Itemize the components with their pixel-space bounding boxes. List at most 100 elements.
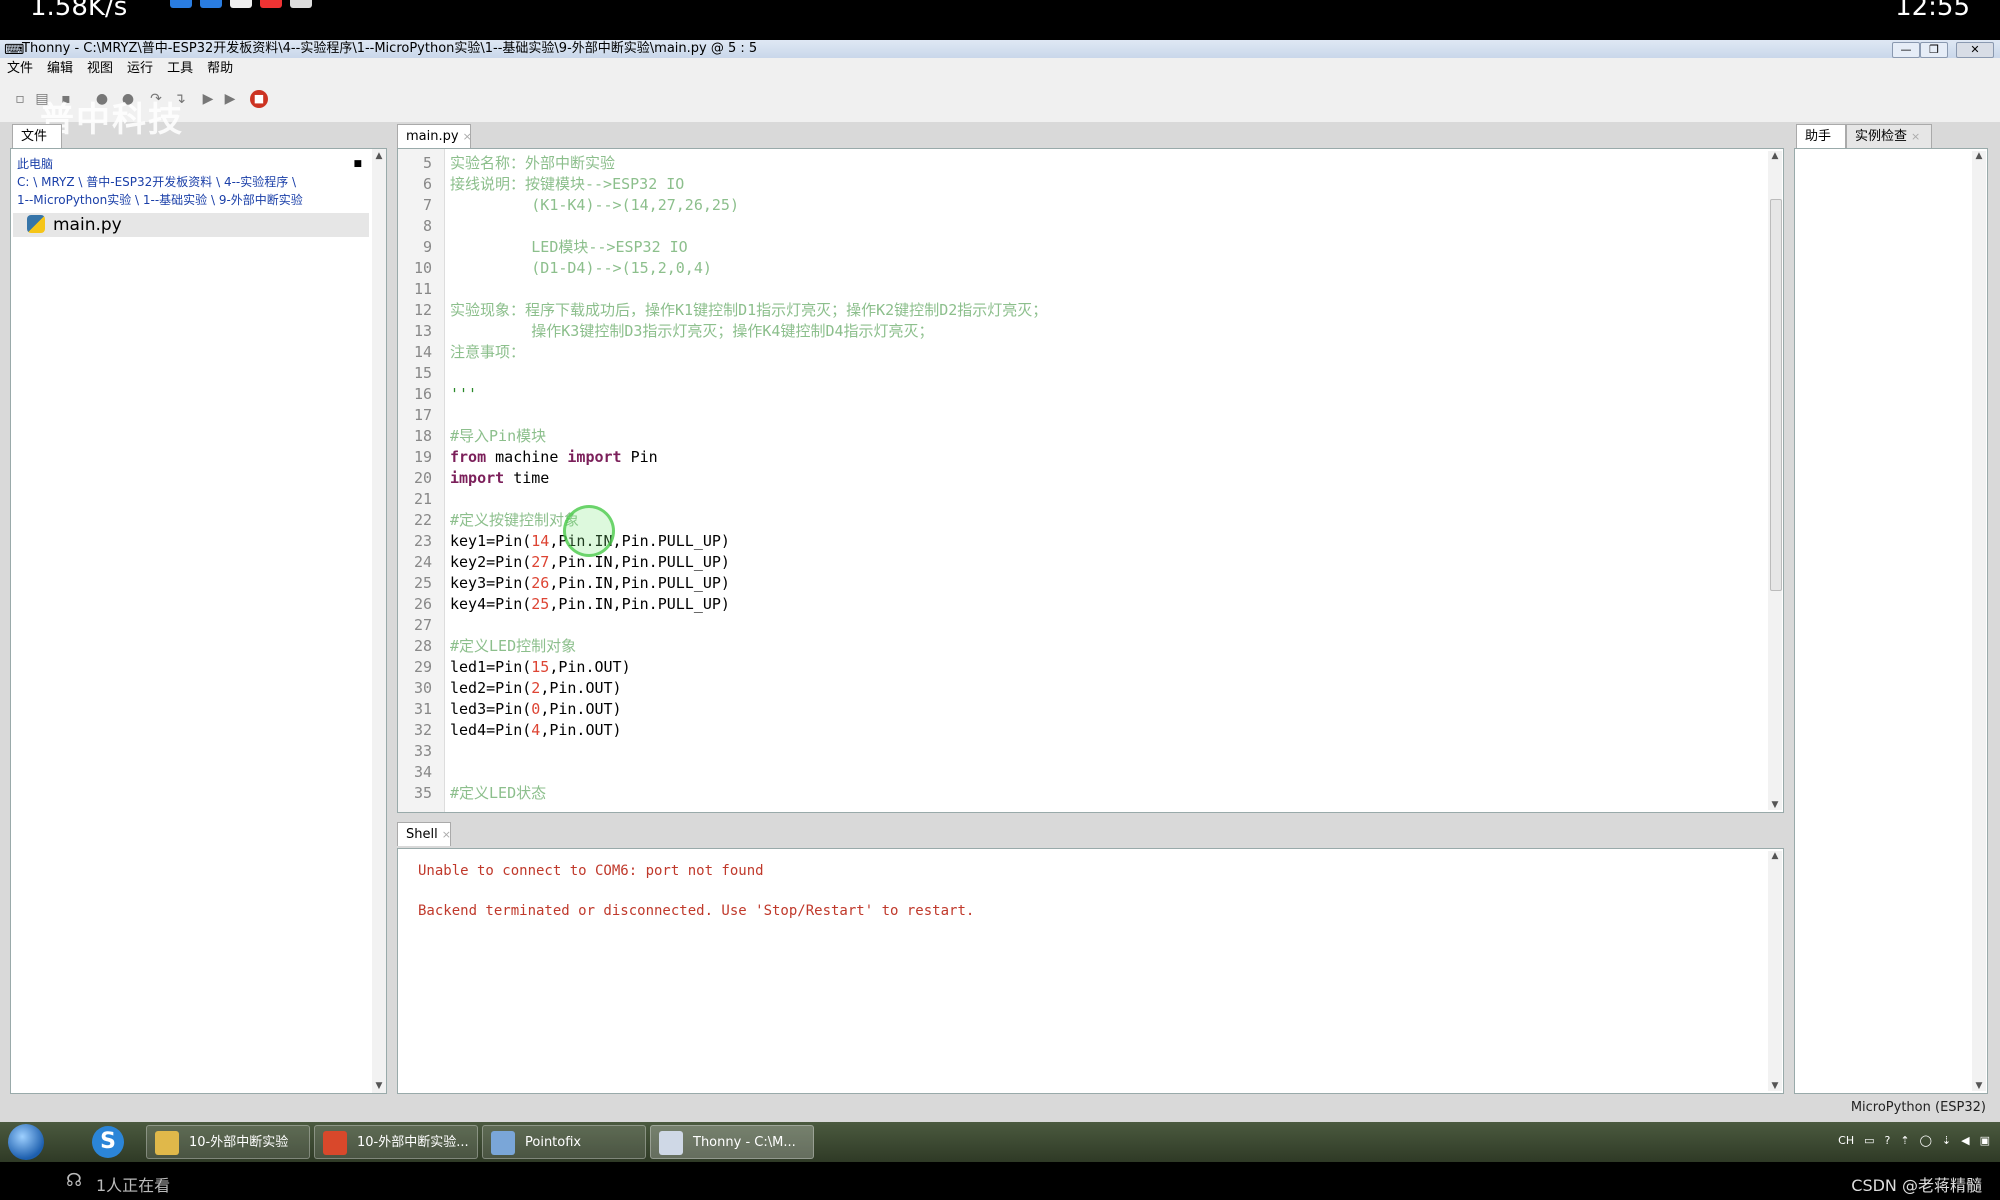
code-token: 26: [531, 574, 550, 592]
help-icon[interactable]: ?: [1885, 1134, 1891, 1147]
line-number: 6: [422, 175, 432, 193]
menu-edit[interactable]: 编辑: [40, 58, 80, 80]
code-line[interactable]: 25 key3=Pin(26,Pin.IN,Pin.PULL_UP): [398, 573, 730, 594]
scroll-thumb[interactable]: [1770, 199, 1782, 591]
start-button[interactable]: [8, 1124, 44, 1160]
document-icon: [323, 1131, 347, 1155]
new-file-icon[interactable]: ▫: [12, 90, 28, 108]
menu-view[interactable]: 视图: [80, 58, 120, 80]
code-line[interactable]: 11: [398, 279, 432, 300]
tab-assistant[interactable]: 助手×: [1796, 124, 1846, 167]
usb-icon[interactable]: ⇡: [1900, 1134, 1909, 1147]
code-line[interactable]: 31 led3=Pin(0,Pin.OUT): [398, 699, 622, 720]
path-line-1[interactable]: C: \ MRYZ \ 普中-ESP32开发板资料 \ 4--实验程序 \: [17, 173, 303, 191]
code-line[interactable]: 26 key4=Pin(25,Pin.IN,Pin.PULL_UP): [398, 594, 730, 615]
menu-file[interactable]: 文件: [0, 58, 40, 80]
taskbar-item-pointofix[interactable]: Pointofix: [482, 1125, 646, 1159]
scroll-down-icon[interactable]: ▼: [1972, 1081, 1986, 1091]
code-text: 实验名称：外部中断实验: [450, 153, 615, 174]
shell-panel[interactable]: Unable to connect to COM6: port not foun…: [397, 848, 1784, 1094]
location-root[interactable]: 此电脑: [17, 155, 303, 173]
shell-scrollbar[interactable]: ▲ ▼: [1768, 851, 1782, 1091]
input-method-indicator[interactable]: CH: [1838, 1134, 1854, 1147]
code-line[interactable]: 22 #定义按键控制对象: [398, 510, 579, 531]
toolbar: ▫ ▤ ▪ ● ● ↷ ↴ ▶ ▶ ■: [0, 80, 2000, 122]
code-line[interactable]: 17: [398, 405, 432, 426]
code-line[interactable]: 15: [398, 363, 432, 384]
volume-icon[interactable]: ◀: [1961, 1134, 1969, 1147]
tab-main-py[interactable]: main.py ×: [397, 124, 472, 148]
code-line[interactable]: 28 #定义LED控制对象: [398, 636, 576, 657]
resume-icon[interactable]: ▶: [200, 90, 216, 108]
path-line-2[interactable]: 1--MicroPython实验 \ 1--基础实验 \ 9-外部中断实验: [17, 191, 303, 209]
close-button[interactable]: ✕: [1956, 42, 1994, 58]
code-token: 25: [531, 595, 550, 613]
code-line[interactable]: 27: [398, 615, 432, 636]
circle-icon[interactable]: ◯: [1920, 1134, 1932, 1147]
code-line[interactable]: 23 key1=Pin(14,Pin.IN,Pin.PULL_UP): [398, 531, 730, 552]
code-editor[interactable]: 5 实验名称：外部中断实验 6 接线说明：按键模块-->ESP32 IO 7 (K1-K…: [397, 148, 1784, 813]
code-line[interactable]: 13 操作K3键控制D3指示灯亮灭；操作K4键控制D4指示灯亮灭；: [398, 321, 934, 342]
window-titlebar: ⌨ Thonny - C:\MRYZ\普中-ESP32开发板资料\4--实验程序…: [0, 40, 2000, 58]
file-item-main-py[interactable]: main.py: [13, 213, 369, 237]
code-line[interactable]: 8: [398, 216, 432, 237]
scroll-down-icon[interactable]: ▼: [1768, 1081, 1782, 1091]
editor-scrollbar[interactable]: ▲ ▼: [1768, 151, 1782, 810]
line-number: 28: [413, 637, 432, 655]
sogou-icon[interactable]: S: [92, 1126, 124, 1158]
code-line[interactable]: 34: [398, 762, 432, 783]
code-line[interactable]: 21: [398, 489, 432, 510]
code-line[interactable]: 5 实验名称：外部中断实验: [398, 153, 615, 174]
scroll-down-icon[interactable]: ▼: [1768, 800, 1782, 810]
menu-icon[interactable]: ■: [353, 159, 362, 169]
code-token: import: [450, 469, 505, 487]
display-icon[interactable]: ▣: [1980, 1134, 1990, 1147]
taskbar-item-folder[interactable]: 10-外部中断实验: [146, 1125, 310, 1159]
code-line[interactable]: 20 import time: [398, 468, 549, 489]
windows-taskbar: S 10-外部中断实验 10-外部中断实验... Pointofix Thonn…: [0, 1122, 2000, 1162]
scroll-up-icon[interactable]: ▲: [1768, 851, 1782, 861]
code-line[interactable]: 12 实验现象：程序下载成功后，操作K1键控制D1指示灯亮灭；操作K2键控制D2指…: [398, 300, 1047, 321]
code-line[interactable]: 29 led1=Pin(15,Pin.OUT): [398, 657, 631, 678]
interpreter-selector[interactable]: MicroPython (ESP32): [1851, 1100, 1986, 1115]
code-line[interactable]: 6 接线说明：按键模块-->ESP32 IO: [398, 174, 684, 195]
code-line[interactable]: 19 from machine import Pin: [398, 447, 658, 468]
taskbar-item-label: Pointofix: [525, 1135, 582, 1150]
code-line[interactable]: 32 led4=Pin(4,Pin.OUT): [398, 720, 622, 741]
stop-icon[interactable]: ■: [250, 90, 268, 108]
scroll-down-icon[interactable]: ▼: [372, 1081, 386, 1091]
code-line[interactable]: 35 #定义LED状态: [398, 783, 546, 804]
play-icon[interactable]: ▶: [222, 90, 238, 108]
files-scrollbar[interactable]: ▲ ▼: [372, 149, 386, 1093]
tab-shell[interactable]: Shell ×: [397, 822, 451, 846]
code-line[interactable]: 16 ''': [398, 384, 477, 405]
minimize-button[interactable]: —: [1892, 42, 1920, 58]
taskbar-item-thonny[interactable]: Thonny - C:\M...: [650, 1125, 814, 1159]
code-line[interactable]: 9 LED模块-->ESP32 IO: [398, 237, 688, 258]
code-line[interactable]: 7 (K1-K4)-->(14,27,26,25): [398, 195, 739, 216]
menu-tools[interactable]: 工具: [160, 58, 200, 80]
line-number: 21: [413, 490, 432, 508]
close-icon[interactable]: ×: [1911, 130, 1920, 143]
taskbar-item-label: Thonny - C:\M...: [693, 1135, 796, 1150]
assistant-scrollbar[interactable]: ▲ ▼: [1972, 151, 1986, 1091]
tab-files[interactable]: 文件×: [12, 124, 62, 167]
scroll-up-icon[interactable]: ▲: [1768, 151, 1782, 161]
maximize-button[interactable]: ❐: [1920, 42, 1948, 58]
code-line[interactable]: 14 注意事项：: [398, 342, 525, 363]
code-line[interactable]: 10 (D1-D4)-->(15,2,0,4): [398, 258, 712, 279]
network-icon[interactable]: ⇣: [1942, 1134, 1951, 1147]
scroll-up-icon[interactable]: ▲: [372, 151, 386, 161]
code-line[interactable]: 33: [398, 741, 432, 762]
scroll-up-icon[interactable]: ▲: [1972, 151, 1986, 161]
code-line[interactable]: 24 key2=Pin(27,Pin.IN,Pin.PULL_UP): [398, 552, 730, 573]
keyboard-icon[interactable]: ▭: [1864, 1134, 1874, 1147]
code-line[interactable]: 30 led2=Pin(2,Pin.OUT): [398, 678, 622, 699]
menu-run[interactable]: 运行: [120, 58, 160, 80]
close-icon[interactable]: ×: [463, 130, 472, 143]
taskbar-item-doc[interactable]: 10-外部中断实验...: [314, 1125, 478, 1159]
close-icon[interactable]: ×: [442, 828, 451, 841]
code-line[interactable]: 18 #导入Pin模块: [398, 426, 546, 447]
menu-help[interactable]: 帮助: [200, 58, 240, 80]
tab-object-inspector[interactable]: 实例检查 ×: [1846, 124, 1932, 148]
